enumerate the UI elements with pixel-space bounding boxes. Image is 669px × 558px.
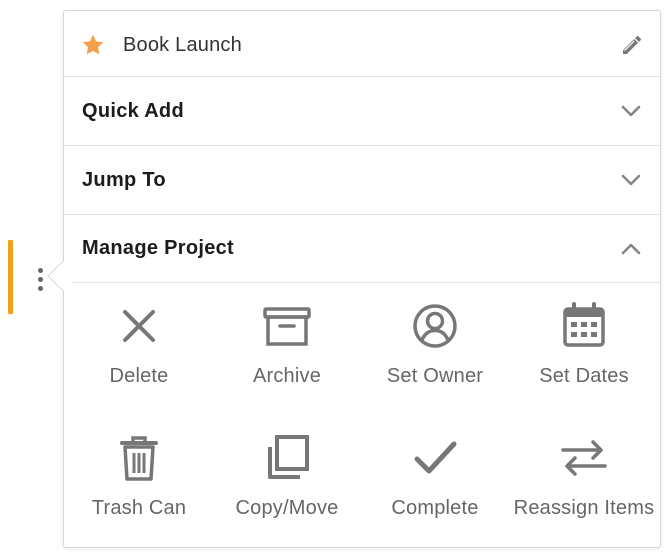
chevron-down-icon[interactable] (620, 101, 642, 121)
section-jump-to[interactable]: Jump To (64, 146, 660, 215)
complete-button[interactable]: Complete (360, 415, 510, 535)
set-dates-button[interactable]: Set Dates (509, 283, 659, 403)
user-circle-icon (413, 304, 457, 348)
reassign-items-label: Reassign Items (513, 497, 655, 519)
chevron-up-icon[interactable] (620, 239, 642, 259)
x-icon (123, 310, 155, 342)
section-manage-project-label: Manage Project (82, 237, 235, 259)
section-quick-add-label: Quick Add (82, 99, 184, 122)
pencil-icon[interactable] (620, 33, 644, 57)
chevron-down-icon[interactable] (620, 170, 642, 190)
selected-row-accent (8, 240, 13, 314)
star-icon[interactable] (81, 33, 105, 57)
row-menu-handle-icon[interactable] (30, 262, 50, 296)
manage-project-actions: Delete Archive Set Owner Set Dates Trash… (64, 283, 660, 549)
section-jump-to-label: Jump To (82, 168, 166, 191)
set-dates-label: Set Dates (539, 365, 629, 387)
checkmark-icon (414, 441, 457, 474)
trash-icon (120, 436, 158, 481)
section-manage-project[interactable]: Manage Project (64, 215, 660, 283)
section-quick-add[interactable]: Quick Add (64, 77, 660, 146)
project-title: Book Launch (123, 34, 242, 56)
archive-box-icon (263, 307, 311, 346)
reassign-items-button[interactable]: Reassign Items (509, 415, 659, 535)
copy-icon (268, 435, 309, 479)
calendar-icon (563, 302, 605, 347)
set-owner-button[interactable]: Set Owner (360, 283, 510, 403)
project-header: Book Launch (64, 11, 660, 77)
swap-arrows-icon (561, 440, 607, 476)
project-menu-panel: Book Launch Quick Add Jump To Manage Pro… (63, 10, 661, 548)
